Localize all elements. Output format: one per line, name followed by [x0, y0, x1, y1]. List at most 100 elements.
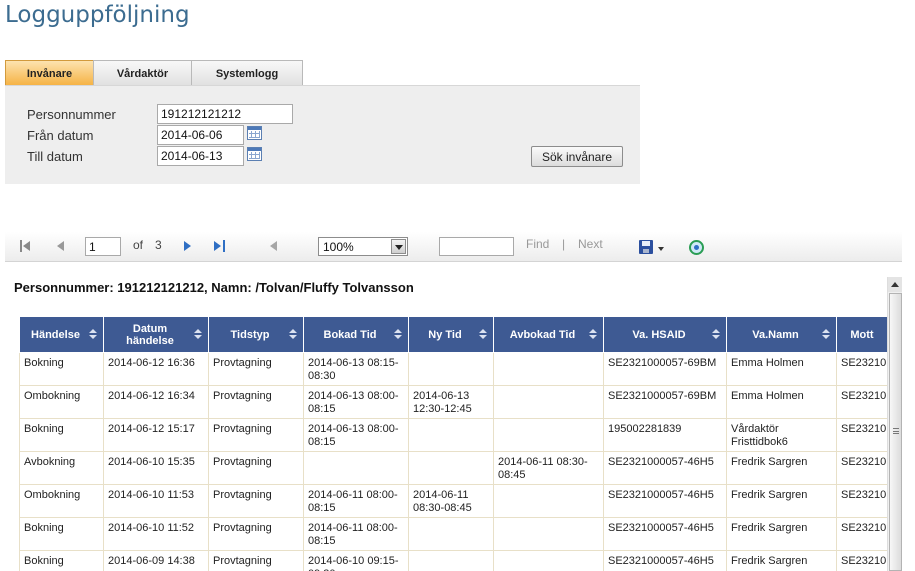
toolbar-separator: | — [562, 237, 566, 251]
export-dropdown-icon[interactable] — [658, 247, 665, 252]
zoom-select[interactable]: 100% — [318, 237, 408, 256]
table-cell: 2014-06-13 08:15-08:30 — [303, 352, 409, 386]
table-cell: Bokning — [19, 418, 104, 452]
find-link[interactable]: Find — [526, 237, 549, 251]
column-header-label: Va.Namn — [752, 328, 799, 341]
column-header-label: Händelse — [31, 328, 80, 341]
scroll-up-icon[interactable] — [888, 277, 902, 292]
table-cell — [303, 451, 409, 485]
table-cell: Bokning — [19, 517, 104, 551]
report-heading: Personnummer: 191212121212, Namn: /Tolva… — [14, 280, 414, 295]
table-cell: Emma Holmen — [726, 352, 837, 386]
column-header-va-namn[interactable]: Va.Namn — [726, 316, 837, 353]
tab-vardaktor[interactable]: Vårdaktör — [93, 60, 192, 86]
from-date-label: Från datum — [27, 128, 94, 143]
personnummer-input[interactable] — [157, 104, 293, 124]
sort-icon[interactable] — [589, 329, 597, 340]
column-header-ny-tid[interactable]: Ny Tid — [408, 316, 494, 353]
vertical-scrollbar[interactable] — [887, 277, 902, 571]
page-of-label: of — [133, 238, 144, 252]
table-cell — [493, 418, 604, 452]
table-cell: Fredrik Sargren — [726, 550, 837, 571]
table-cell: 2014-06-10 09:15-09:30 — [303, 550, 409, 571]
sort-icon[interactable] — [822, 329, 830, 340]
table-cell: SE2321000057-46H5 — [603, 484, 727, 518]
sort-icon[interactable] — [712, 329, 720, 340]
find-input[interactable] — [439, 237, 514, 256]
personnummer-label: Personnummer — [27, 107, 116, 122]
table-cell: Avbokning — [19, 451, 104, 485]
tab-invanare[interactable]: Invånare — [5, 60, 94, 86]
table-cell: SE2321000057-46H5 — [603, 517, 727, 551]
table-cell: 2014-06-10 11:53 — [103, 484, 209, 518]
table-cell: SE2321000057-69BM — [603, 385, 727, 419]
column-header-datum-handelse[interactable]: Datum händelse — [103, 316, 209, 353]
save-icon[interactable] — [639, 240, 653, 254]
scrollbar-thumb[interactable] — [889, 293, 902, 571]
table-cell: SE2321000057-69BM — [603, 352, 727, 386]
column-header-bokad-tid[interactable]: Bokad Tid — [303, 316, 409, 353]
table-cell — [493, 385, 604, 419]
table-row: Ombokning 2014-06-12 16:34 Provtagning 2014… — [19, 385, 900, 419]
table-cell: 2014-06-12 16:34 — [103, 385, 209, 419]
calendar-icon[interactable] — [247, 147, 262, 161]
refresh-icon[interactable] — [689, 240, 704, 255]
table-cell: Provtagning — [208, 517, 304, 551]
column-header-label: Bokad Tid — [323, 328, 377, 341]
table-cell: Ombokning — [19, 484, 104, 518]
page-number-input[interactable] — [85, 237, 121, 256]
column-header-label: Avbokad Tid — [509, 328, 576, 341]
last-page-icon[interactable] — [214, 240, 227, 252]
table-cell: Provtagning — [208, 385, 304, 419]
calendar-icon[interactable] — [247, 126, 262, 140]
table-row: Avbokning 2014-06-10 15:35 Provtagning 2014… — [19, 451, 900, 485]
tab-bar: Invånare Vårdaktör Systemlogg — [5, 60, 303, 86]
table-cell: Provtagning — [208, 352, 304, 386]
search-invanare-button[interactable]: Sök invånare — [531, 146, 623, 167]
from-date-input[interactable] — [157, 125, 244, 145]
table-cell: Bokning — [19, 352, 104, 386]
table-cell: Provtagning — [208, 484, 304, 518]
table-cell: 2014-06-13 08:00-08:15 — [303, 418, 409, 452]
prev-page-icon[interactable] — [56, 241, 66, 252]
to-date-label: Till datum — [27, 149, 83, 164]
table-cell: SE2321000057-46H5 — [603, 550, 727, 571]
page-title: Logguppföljning — [5, 2, 190, 28]
find-next-link[interactable]: Next — [578, 237, 603, 251]
table-cell: Fredrik Sargren — [726, 451, 837, 485]
table-cell: Vårdaktör Fristtidbok6 — [726, 418, 837, 452]
sort-icon[interactable] — [479, 329, 487, 340]
column-header-handelse[interactable]: Händelse — [19, 316, 104, 353]
to-date-input[interactable] — [157, 146, 244, 166]
column-header-tidstyp[interactable]: Tidstyp — [208, 316, 304, 353]
table-cell: 2014-06-11 08:00-08:15 — [303, 484, 409, 518]
table-cell: 2014-06-12 15:17 — [103, 418, 209, 452]
table-cell — [408, 517, 494, 551]
column-header-va-hsaid[interactable]: Va. HSAID — [603, 316, 727, 353]
table-cell: 2014-06-11 08:30-08:45 — [408, 484, 494, 518]
report-table-body: Bokning 2014-06-12 16:36 Provtagning 2014-0… — [19, 352, 900, 571]
sort-icon[interactable] — [194, 329, 202, 340]
table-cell — [493, 352, 604, 386]
table-cell — [408, 352, 494, 386]
report-area: Personnummer: 191212121212, Namn: /Tolva… — [5, 263, 902, 571]
tab-systemlogg[interactable]: Systemlogg — [191, 60, 303, 86]
table-cell — [493, 517, 604, 551]
sort-icon[interactable] — [89, 329, 97, 340]
back-icon[interactable] — [270, 241, 282, 252]
sort-icon[interactable] — [289, 329, 297, 340]
table-row: Bokning 2014-06-12 15:17 Provtagning 2014-0… — [19, 418, 900, 452]
column-header-avbokad-tid[interactable]: Avbokad Tid — [493, 316, 604, 353]
sort-icon[interactable] — [394, 329, 402, 340]
table-cell — [493, 550, 604, 571]
table-row: Bokning 2014-06-12 16:36 Provtagning 2014-0… — [19, 352, 900, 386]
table-cell — [408, 418, 494, 452]
table-cell: 2014-06-13 08:00-08:15 — [303, 385, 409, 419]
first-page-icon[interactable] — [19, 240, 31, 252]
table-cell: SE2321000057-46H5 — [603, 451, 727, 485]
table-cell: 2014-06-13 12:30-12:45 — [408, 385, 494, 419]
next-page-icon[interactable] — [182, 241, 192, 252]
table-cell: Bokning — [19, 550, 104, 571]
table-header-row: Händelse Datum händelse Tidstyp Bokad Ti… — [19, 316, 900, 353]
chevron-down-icon[interactable] — [391, 239, 406, 254]
